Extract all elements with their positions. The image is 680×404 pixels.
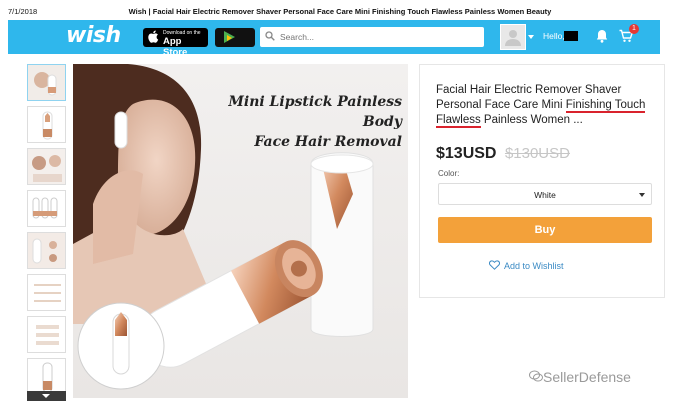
- thumbnail-5[interactable]: [27, 232, 66, 269]
- thumbnail-6[interactable]: [27, 274, 66, 311]
- username-redacted: [564, 31, 578, 41]
- heart-icon: [489, 260, 500, 270]
- buy-button[interactable]: Buy: [438, 217, 652, 243]
- product-title-line-2a: Personal Face Care Mini: [436, 99, 566, 111]
- apple-icon: [148, 30, 159, 46]
- search-icon: [265, 31, 275, 41]
- current-price: $13USD: [436, 145, 497, 162]
- bell-icon[interactable]: [596, 29, 608, 43]
- google-play-icon-accent: [227, 34, 232, 41]
- color-label: Color:: [438, 169, 460, 178]
- image-caption-line-1: Mini Lipstick Painless Body: [228, 94, 402, 130]
- print-header: 7/1/2018 Wish | Facial Hair Electric Rem…: [0, 0, 680, 20]
- watermark: SellerDefense: [543, 369, 631, 385]
- cart-count-badge: 1: [629, 24, 639, 34]
- image-caption: Mini Lipstick Painless Body Face Hair Re…: [187, 92, 402, 152]
- google-play-badge[interactable]: [215, 28, 255, 47]
- thumbnail-1[interactable]: [27, 64, 66, 101]
- main-product-image: Mini Lipstick Painless Body Face Hair Re…: [73, 64, 408, 398]
- thumbnail-4[interactable]: [27, 190, 66, 227]
- user-silhouette-icon: [505, 30, 521, 46]
- avatar[interactable]: [500, 24, 526, 50]
- product-info-panel: Facial Hair Electric Remover Shaver Pers…: [419, 64, 665, 298]
- thumbnail-8[interactable]: [27, 358, 66, 395]
- add-to-wishlist-label: Add to Wishlist: [504, 261, 564, 271]
- thumbnail-2[interactable]: [27, 106, 66, 143]
- thumbnail-7[interactable]: [27, 316, 66, 353]
- product-title-highlight-finishing-touch: Finishing Touch: [565, 99, 646, 113]
- search-input[interactable]: [280, 30, 476, 44]
- image-caption-line-2: Face Hair Removal: [254, 134, 402, 150]
- search-box[interactable]: [260, 27, 484, 47]
- chevron-down-icon[interactable]: [528, 35, 534, 39]
- color-select[interactable]: White: [438, 183, 652, 205]
- product-title: Facial Hair Electric Remover Shaver Pers…: [436, 83, 662, 128]
- app-store-badge[interactable]: Download on the App Store: [143, 28, 208, 58]
- chevron-down-icon: [639, 193, 645, 197]
- add-to-wishlist-link[interactable]: Add to Wishlist: [489, 260, 564, 271]
- wechat-icon: [529, 370, 543, 382]
- product-title-highlight-flawless: Flawless: [436, 114, 481, 128]
- wish-logo[interactable]: wish: [66, 23, 121, 48]
- thumbnail-list: [27, 64, 67, 402]
- price-row: $13USD $130USD: [436, 145, 570, 163]
- original-price: $130USD: [504, 145, 570, 162]
- color-selected-value: White: [534, 190, 556, 200]
- product-title-line-3b: Painless Women ...: [480, 114, 583, 126]
- print-page-title: Wish | Facial Hair Electric Remover Shav…: [128, 7, 552, 16]
- thumbnail-3[interactable]: [27, 148, 66, 185]
- top-nav-bar: wish Download on the App Store Hello, 1: [8, 20, 660, 58]
- app-store-big-text: App Store: [163, 36, 188, 58]
- product-title-line-1: Facial Hair Electric Remover Shaver: [436, 84, 622, 96]
- thumbnail-scroll-down-button[interactable]: [27, 391, 66, 401]
- greeting-text: Hello,: [543, 31, 565, 41]
